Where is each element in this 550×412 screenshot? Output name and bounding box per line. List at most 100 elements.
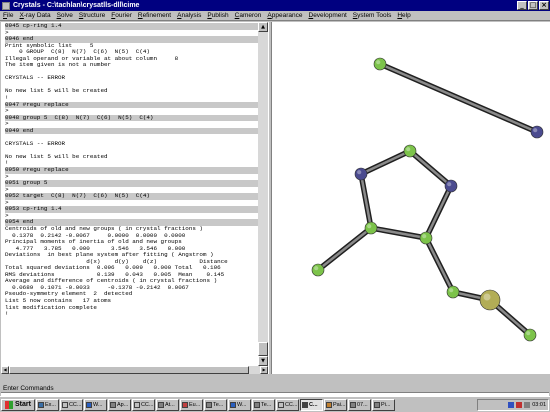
molecule-view[interactable] [272, 22, 550, 374]
carbon-atom[interactable] [523, 328, 537, 342]
atom-highlight [526, 331, 531, 336]
taskbar-item[interactable]: Eu... [179, 398, 203, 411]
carbon-atom[interactable] [311, 263, 325, 277]
minimize-button[interactable]: _ [517, 1, 527, 10]
windows-taskbar: Start Ex... CC... W... Ap... CC... At... Eu...… [0, 396, 550, 412]
close-button[interactable]: × [539, 1, 549, 10]
taskbar-item-label: Pai... [332, 401, 346, 408]
taskbar-item[interactable]: CC... [131, 398, 155, 411]
windows-flag-icon [5, 400, 13, 409]
taskbar-item[interactable]: C... [299, 398, 323, 411]
taskbar-item[interactable]: CC... [275, 398, 299, 411]
carbon-atom[interactable] [446, 285, 460, 299]
taskbar-item[interactable]: Te... [251, 398, 275, 411]
menu-structure[interactable]: Structure [76, 12, 108, 19]
atom-highlight [447, 182, 452, 187]
taskbar-item-label: Te... [212, 401, 224, 408]
app-icon [85, 401, 92, 408]
bond [423, 183, 454, 241]
scroll-right-arrow-icon[interactable]: ▶ [260, 366, 268, 374]
taskbar-item[interactable]: W... [227, 398, 251, 411]
taskbar-item-label: W... [236, 401, 247, 408]
carbon-atom[interactable] [364, 221, 378, 235]
carbon-atom[interactable] [373, 57, 387, 71]
carbon-atom[interactable] [403, 144, 417, 158]
molecule-canvas[interactable] [272, 22, 550, 374]
taskbar-item[interactable]: Pai... [323, 398, 347, 411]
taskbar-item[interactable]: Ex... [35, 398, 59, 411]
atom-highlight [449, 288, 454, 293]
menu-analysis[interactable]: Analysis [174, 12, 204, 19]
command-label: Enter Commands [3, 385, 54, 392]
menu-label-rest: evelopment [313, 12, 347, 19]
taskbar-item-label: CC... [68, 401, 82, 408]
crystals-window: Crystals - C:\tachlan\crysatlls-dll\cime… [0, 0, 550, 412]
nitrogen-atom[interactable] [444, 179, 458, 193]
carbon-atom[interactable] [419, 231, 433, 245]
taskbar-item[interactable]: At... [155, 398, 179, 411]
taskbar-item[interactable]: W... [83, 398, 107, 411]
task-items: Ex... CC... W... Ap... CC... At... Eu... Te... W… [35, 398, 395, 411]
scroll-up-arrow-icon[interactable]: ▲ [258, 22, 268, 32]
app-icon [2, 1, 10, 10]
bond [358, 148, 413, 177]
taskbar-item[interactable]: CC... [59, 398, 83, 411]
output-vertical-scrollbar[interactable]: ▲ ▼ [258, 22, 268, 366]
menu-publish[interactable]: Publish [204, 12, 231, 19]
scroll-down-arrow-icon[interactable]: ▼ [258, 356, 268, 366]
app-icon [301, 401, 308, 408]
menu-cameron[interactable]: Cameron [232, 12, 265, 19]
network-icon[interactable] [508, 402, 515, 408]
taskbar-item[interactable]: Ap... [107, 398, 131, 411]
taskbar-item-label: At... [164, 401, 175, 408]
menu-appearance[interactable]: Appearance [264, 12, 305, 19]
app-icon [277, 401, 284, 408]
menu-x-ray-data[interactable]: X-ray Data [17, 12, 54, 19]
menu-refinement[interactable]: Refinement [135, 12, 174, 19]
command-area: Enter Commands [0, 374, 550, 397]
menu-system-tools[interactable]: System Tools [350, 12, 395, 19]
maximize-button[interactable]: □ [528, 1, 538, 10]
scroll-left-arrow-icon[interactable]: ◀ [1, 366, 9, 374]
app-icon [133, 401, 140, 408]
menu-file[interactable]: File [0, 12, 17, 19]
nitrogen-atom[interactable] [530, 125, 544, 139]
speaker-icon[interactable] [524, 402, 531, 408]
output-text: 0945 cp-ring 1.4 >0946 end Print symbolic … [5, 23, 258, 318]
menu-solve[interactable]: Solve [54, 12, 76, 19]
taskbar-item[interactable]: Te... [203, 398, 227, 411]
app-icon [349, 401, 356, 408]
output-line: ! [5, 311, 9, 318]
sulfur-atom[interactable] [479, 289, 501, 311]
scroll-thumb[interactable] [258, 342, 268, 356]
output-horizontal-scrollbar[interactable]: ◀ ▶ [1, 366, 268, 374]
start-button[interactable]: Start [1, 398, 35, 411]
menu-label-rest: ourier [115, 12, 132, 19]
menu-fourier[interactable]: Fourier [108, 12, 135, 19]
system-tray: 03:01 [477, 399, 549, 411]
taskbar-item[interactable]: Pi... [371, 398, 395, 411]
menu-help[interactable]: Help [394, 12, 413, 19]
output-text-pane[interactable]: 0945 cp-ring 1.4 >0946 end Print symbolic … [1, 22, 258, 366]
nitrogen-atom[interactable] [354, 167, 368, 181]
app-icon [229, 401, 236, 408]
menu-bar: File X-ray Data Solve Structure Fourier Refin… [0, 11, 550, 21]
bond [377, 61, 540, 135]
clock: 03:01 [532, 402, 546, 408]
app-icon [253, 401, 260, 408]
menu-development[interactable]: Development [305, 12, 349, 19]
app-icon [157, 401, 164, 408]
menu-label-rest: tructure [83, 12, 106, 19]
taskbar-item-label: Ap... [116, 401, 129, 408]
antivirus-icon[interactable] [516, 402, 523, 408]
start-label: Start [15, 401, 31, 408]
horizontal-scroll-thumb[interactable] [9, 366, 249, 374]
atom-highlight [314, 266, 319, 271]
bond [407, 148, 454, 189]
taskbar-item-label: W... [92, 401, 103, 408]
menu-label-rest: efinement [142, 12, 172, 19]
taskbar-item[interactable]: 07... [347, 398, 371, 411]
app-icon [181, 401, 188, 408]
title-bar[interactable]: Crystals - C:\tachlan\crysatlls-dll\cime… [0, 0, 550, 11]
bond [368, 225, 429, 241]
